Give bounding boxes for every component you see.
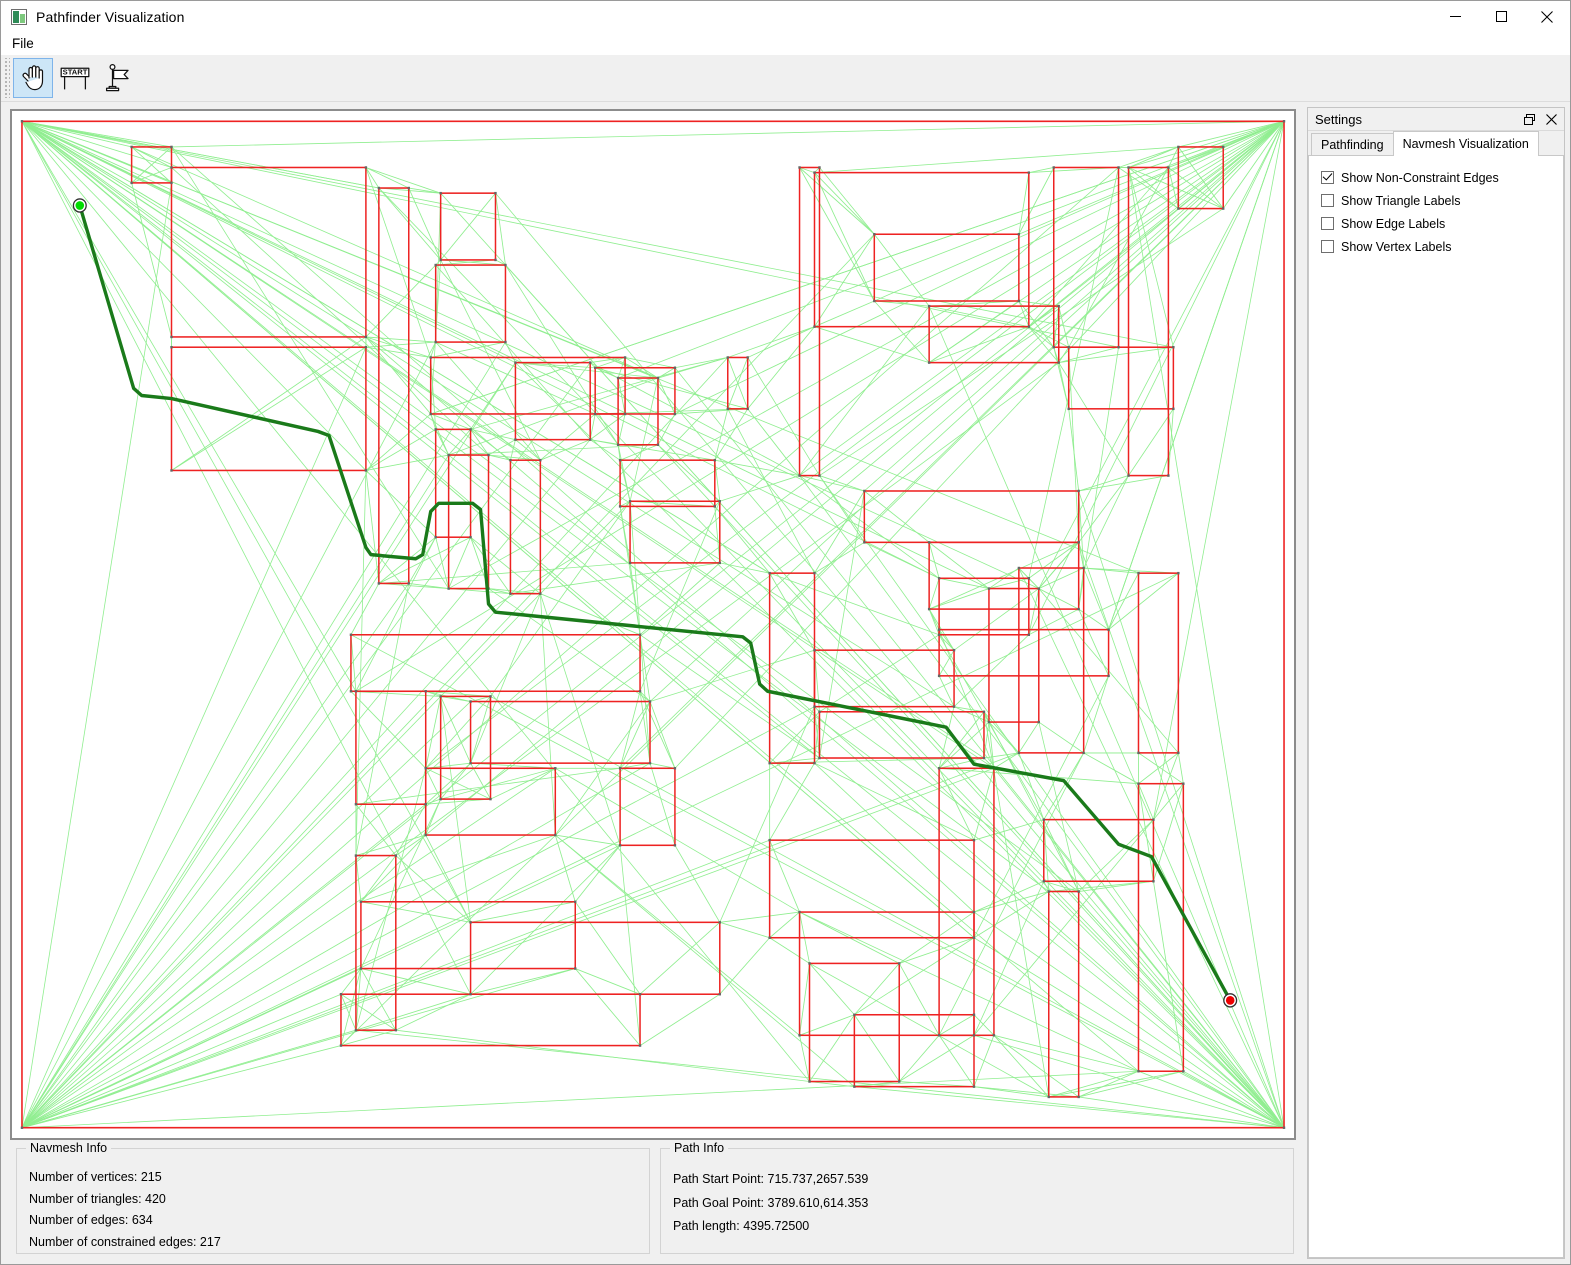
menu-item-file[interactable]: File <box>1 34 43 54</box>
info-row: Navmesh Info Number of vertices: 215 Num… <box>1 1140 1305 1264</box>
set-goal-tool-button[interactable] <box>97 58 137 98</box>
hand-icon <box>22 65 44 91</box>
application-window: Pathfinder Visualization File START Navm… <box>0 0 1571 1265</box>
navmesh-canvas[interactable] <box>10 109 1296 1140</box>
navmesh-info-constrained-edges: Number of constrained edges: 217 <box>29 1234 221 1249</box>
tab-navmesh-visualization[interactable]: Navmesh Visualization <box>1392 131 1539 156</box>
path-info-goal-point: Path Goal Point: 3789.610,614.353 <box>673 1195 869 1210</box>
left-column: Navmesh Info Number of vertices: 215 Num… <box>1 102 1305 1264</box>
navmesh-info-edges: Number of edges: 634 <box>29 1213 153 1227</box>
show-non-constraint-edges-label: Show Non-Constraint Edges <box>1341 170 1499 185</box>
non-constraint-edges-layer <box>21 120 1285 1129</box>
minimize-button[interactable] <box>1432 1 1478 32</box>
toolbar-grip[interactable] <box>3 58 10 98</box>
checkbox-row-show-non-constraint-edges[interactable]: Show Non-Constraint Edges <box>1321 166 1563 189</box>
title-bar: Pathfinder Visualization <box>1 1 1570 32</box>
navmesh-info-title: Navmesh Info <box>26 1141 112 1155</box>
navmesh-info-vertices: Number of vertices: 215 <box>29 1170 162 1184</box>
navmesh-info-triangles: Number of triangles: 420 <box>29 1191 166 1206</box>
path-info-start-point: Path Start Point: 715.737,2657.539 <box>673 1172 869 1186</box>
set-start-tool-button[interactable]: START <box>55 58 95 98</box>
path-info-length: Path length: 4395.72500 <box>673 1219 810 1233</box>
settings-dock-panel: Settings Pathfinding Navmesh Visualizati… <box>1307 107 1565 1259</box>
pan-tool-button[interactable] <box>13 58 53 98</box>
toolbar: START <box>1 55 1570 102</box>
path-info-title: Path Info <box>670 1141 729 1155</box>
show-vertex-labels-label: Show Vertex Labels <box>1341 239 1452 254</box>
show-triangle-labels-checkbox[interactable] <box>1321 194 1334 207</box>
app-icon <box>11 8 27 25</box>
checkbox-row-show-vertex-labels[interactable]: Show Vertex Labels <box>1321 235 1563 258</box>
navmesh-visualization-panel: Show Non-Constraint Edges Show Triangle … <box>1308 155 1564 1258</box>
window-title: Pathfinder Visualization <box>36 8 185 25</box>
settings-titlebar: Settings <box>1308 108 1564 131</box>
settings-close-button[interactable] <box>1540 109 1562 129</box>
settings-tab-strip: Pathfinding Navmesh Visualization <box>1308 131 1564 156</box>
goal-flag-icon <box>105 63 129 92</box>
settings-title: Settings <box>1315 111 1362 127</box>
navmesh-info-group: Navmesh Info Number of vertices: 215 Num… <box>16 1141 650 1254</box>
main-body: Navmesh Info Number of vertices: 215 Num… <box>1 102 1570 1264</box>
checkbox-row-show-edge-labels[interactable]: Show Edge Labels <box>1321 212 1563 235</box>
float-dock-button[interactable] <box>1518 109 1540 129</box>
show-triangle-labels-label: Show Triangle Labels <box>1341 193 1461 208</box>
menu-bar: File <box>1 32 1570 55</box>
show-edge-labels-label: Show Edge Labels <box>1341 216 1446 231</box>
checkbox-row-show-triangle-labels[interactable]: Show Triangle Labels <box>1321 189 1563 212</box>
navmesh-svg[interactable] <box>12 111 1294 1138</box>
show-vertex-labels-checkbox[interactable] <box>1321 240 1334 253</box>
path-info-group: Path Info Path Start Point: 715.737,2657… <box>660 1141 1294 1254</box>
svg-text:START: START <box>63 67 88 76</box>
close-button[interactable] <box>1524 1 1570 32</box>
tab-pathfinding[interactable]: Pathfinding <box>1311 133 1394 156</box>
float-window-icon <box>1523 113 1535 125</box>
show-edge-labels-checkbox[interactable] <box>1321 217 1334 230</box>
close-icon <box>1545 113 1557 125</box>
window-controls <box>1432 1 1570 32</box>
maximize-button[interactable] <box>1478 1 1524 32</box>
start-banner-icon: START <box>60 67 90 90</box>
show-non-constraint-edges-checkbox[interactable] <box>1321 171 1334 184</box>
